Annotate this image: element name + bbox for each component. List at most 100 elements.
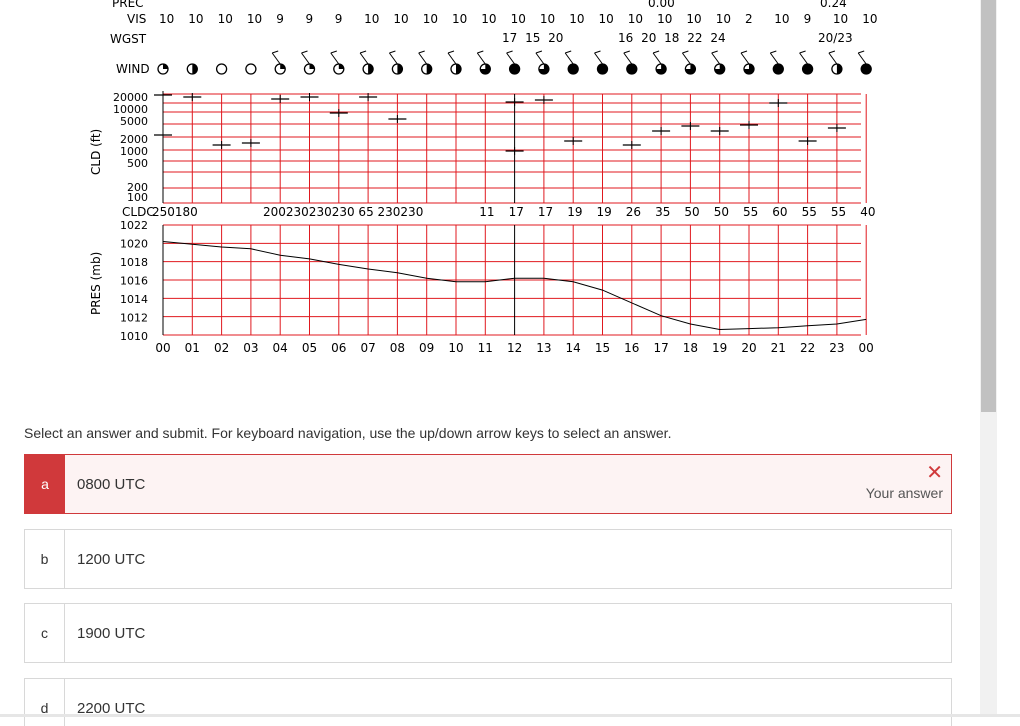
option-letter: d	[25, 679, 65, 726]
wind-barb	[770, 50, 777, 54]
hour-tick: 09	[419, 341, 434, 355]
cldc-value: 55	[743, 205, 758, 219]
wind-barb-staff	[594, 52, 603, 65]
answer-feedback: ✕ Your answer	[866, 463, 943, 501]
vis-row: 10 10 10 10 9 9 9 10 10 10 10 10 10 10 10 10 10 10 10 10 2 10…	[159, 12, 877, 26]
wind-barb-staff	[418, 52, 428, 65]
sky-cover-fill	[309, 64, 315, 69]
hour-tick: 18	[683, 341, 698, 355]
hour-tick: 13	[536, 341, 551, 355]
vis-value: 10	[393, 12, 408, 26]
wind-symbol	[245, 63, 257, 75]
wgst-values-3: 20/23	[818, 31, 853, 45]
wind-barb	[359, 50, 367, 54]
cldc-value: 55	[831, 205, 846, 219]
answer-option-a[interactable]: a 0800 UTC ✕ Your answer	[24, 454, 952, 514]
page-content: PREC 0.00 0.24 VIS 10 10 10 10 9 9 9 10 10 10 10 10…	[0, 0, 980, 726]
cldc-value: 55	[802, 205, 817, 219]
option-letter: a	[25, 455, 65, 513]
hour-tick: 07	[360, 341, 375, 355]
answer-option-d[interactable]: d 2200 UTC	[24, 678, 952, 726]
vis-value: 10	[452, 12, 467, 26]
wind-barb	[330, 50, 337, 54]
wind-barb-staff	[652, 52, 662, 65]
hour-tick: 03	[243, 341, 258, 355]
hour-tick: 02	[214, 341, 229, 355]
pressure-tick: 1022	[120, 219, 148, 232]
pressure-ticks: 1022 1020 1018 1016 1014 1012 1010	[120, 219, 148, 343]
option-letter: c	[25, 604, 65, 662]
cldc-value: 50	[714, 205, 729, 219]
pressure-panel-grid	[162, 224, 867, 336]
wind-symbol	[799, 50, 814, 75]
sky-cover-circle	[567, 63, 579, 75]
wgst-values-2: 16 20 18 22 24	[618, 31, 726, 45]
prec-label: PREC	[112, 0, 144, 10]
wind-symbol	[594, 50, 609, 75]
cloud-height-tick: 100	[127, 191, 148, 204]
wind-symbol	[157, 63, 169, 75]
wind-symbol	[740, 50, 755, 75]
wind-barb	[301, 50, 308, 54]
wind-symbol	[857, 50, 872, 75]
cldc-row: 11 17 17 19 19 26 35 50 50 55 60 55 55 40	[479, 205, 875, 219]
cldc-label: CLDC	[122, 205, 155, 219]
hour-tick: 00	[155, 341, 170, 355]
wind-barb-staff	[564, 52, 574, 65]
wind-barb-staff	[769, 52, 779, 65]
wind-symbol	[535, 50, 550, 75]
vis-value: 10	[159, 12, 174, 26]
sky-cover-circle	[626, 63, 638, 75]
x-icon: ✕	[926, 462, 943, 484]
wind-symbol	[301, 50, 316, 75]
wind-barb-staff	[330, 52, 340, 65]
wind-barb	[799, 50, 806, 54]
cldc-value: 50	[684, 205, 699, 219]
wind-symbol	[623, 50, 638, 75]
sky-cover-circle	[772, 63, 784, 75]
cldc-value: 19	[567, 205, 582, 219]
vis-value: 10	[481, 12, 496, 26]
wgst-label: WGST	[110, 32, 147, 46]
hour-tick: 16	[624, 341, 639, 355]
vis-label: VIS	[127, 12, 146, 26]
hour-axis: 00 01 02 03 04 05 06 07 08 09 10 11 12 13 14 15 16 17 18 19…	[155, 341, 873, 355]
hour-tick: 17	[653, 341, 668, 355]
cldc-value: 11	[479, 205, 494, 219]
wind-barb-staff	[711, 52, 721, 65]
cldc-value: 40	[860, 205, 875, 219]
sky-cover-circle	[245, 63, 257, 75]
wind-symbol	[418, 50, 433, 75]
page-scrollbar[interactable]	[980, 0, 997, 715]
cldc-value: 17	[509, 205, 524, 219]
wind-barb-staff	[301, 52, 310, 65]
cloud-height-tick: 5000	[120, 115, 148, 128]
vis-value: 10	[862, 12, 877, 26]
pressure-tick: 1020	[120, 238, 148, 251]
vis-value: 10	[833, 12, 848, 26]
prec-value-1: 0.00	[648, 0, 675, 10]
pressure-tick: 1016	[120, 275, 148, 288]
sky-cover-circle	[801, 63, 814, 75]
wind-barb	[389, 50, 396, 54]
wind-barb-staff	[476, 52, 486, 65]
wind-symbol	[388, 50, 404, 75]
hour-tick: 12	[507, 341, 522, 355]
sky-cover-circle	[860, 63, 872, 75]
prec-value-2: 0.24	[820, 0, 847, 10]
sky-cover-circle	[508, 63, 521, 75]
wind-symbol	[476, 50, 491, 75]
answer-option-b[interactable]: b 1200 UTC	[24, 529, 952, 589]
scrollbar-thumb[interactable]	[981, 0, 996, 412]
wind-barb	[623, 50, 630, 54]
wind-symbol	[506, 50, 521, 75]
hour-tick: 01	[185, 341, 200, 355]
wind-barb-staff	[799, 52, 809, 65]
wind-barb	[594, 50, 601, 54]
wind-barb	[711, 50, 718, 54]
wind-symbol-row	[157, 50, 872, 75]
answer-option-c[interactable]: c 1900 UTC	[24, 603, 952, 663]
wind-symbol	[271, 50, 286, 75]
vis-value: 10	[569, 12, 584, 26]
cldc-value: 17	[538, 205, 553, 219]
